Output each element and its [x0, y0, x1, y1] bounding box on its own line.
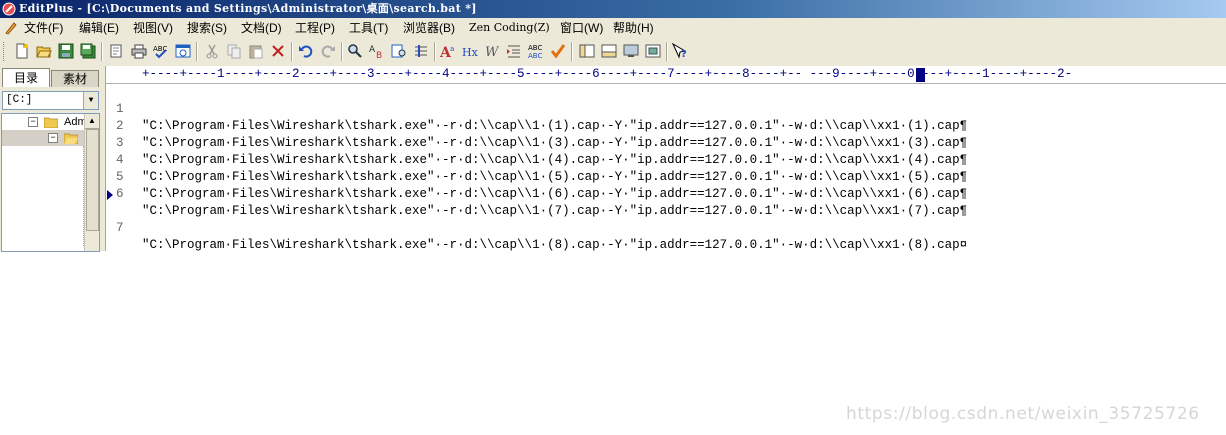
column-ruler: +----+----1----+----2----+----3----+----… [106, 66, 1226, 84]
menu-file[interactable]: 文件(F) [24, 18, 63, 38]
find-in-files-icon[interactable] [391, 43, 407, 59]
save-all-icon[interactable] [80, 43, 96, 59]
toolbar-separator [101, 42, 103, 61]
tree-item-selected[interactable]: − [2, 130, 84, 146]
toggle-output-icon[interactable] [601, 43, 617, 59]
toolbar-separator [291, 42, 293, 61]
delete-icon[interactable] [270, 43, 286, 59]
paste-icon[interactable] [248, 43, 264, 59]
tab-directory[interactable]: 目录 [2, 68, 50, 87]
title-bar: EditPlus - [C:\Documents and Settings\Ad… [0, 0, 1226, 18]
editor-line[interactable]: 4 "C:\Program·Files\Wireshark\tshark.exe… [106, 135, 1226, 184]
editor-line-current[interactable]: 7 "C:\Program·Files\Wireshark\tshark.exe… [106, 186, 1226, 252]
watermark: https://blog.csdn.net/weixin_35725726 [846, 404, 1200, 424]
goto-line-icon[interactable] [413, 43, 429, 59]
ruler-cursor-marker [916, 68, 925, 82]
menu-view[interactable]: 视图(V) [133, 18, 173, 38]
toolbar-separator [434, 42, 436, 61]
editor-line[interactable]: 6 "C:\Program·Files\Wireshark\tshark.exe… [106, 169, 1226, 218]
directory-pane: 目录 素材 [C:] ▼ − Adm − ▲ [0, 66, 106, 252]
ruler-scale: +----+----1----+----2----+----3----+----… [142, 67, 1073, 81]
indent-icon[interactable] [506, 43, 522, 59]
collapse-icon[interactable]: − [48, 133, 58, 143]
screen-icon[interactable] [623, 43, 639, 59]
svg-text:A: A [369, 45, 376, 55]
word-wrap-icon[interactable]: W [484, 43, 500, 59]
editor-text-area[interactable]: 1 "C:\Program·Files\Wireshark\tshark.exe… [106, 84, 1226, 254]
print-preview-icon[interactable] [109, 43, 125, 59]
toolbar-separator [196, 42, 198, 61]
toolbar: ABC AB Aa Hx W ABC ABC ? [0, 38, 1226, 67]
font-icon[interactable]: Aa [440, 43, 456, 59]
menu-document[interactable]: 文档(D) [241, 18, 282, 38]
scroll-thumb[interactable] [86, 129, 99, 231]
svg-text:Hx: Hx [462, 46, 478, 59]
menu-search[interactable]: 搜索(S) [187, 18, 227, 38]
drive-select[interactable]: [C:] ▼ [2, 91, 99, 110]
menu-window[interactable]: 窗口(W) [560, 18, 603, 38]
menu-bar: 文件(F) 编辑(E) 视图(V) 搜索(S) 文档(D) 工程(P) 工具(T… [0, 18, 1226, 38]
undo-icon[interactable] [298, 43, 314, 59]
scroll-up-icon[interactable]: ▲ [85, 114, 99, 129]
line-text[interactable]: "C:\Program·Files\Wireshark\tshark.exe"·… [142, 237, 967, 254]
full-screen-icon[interactable] [645, 43, 661, 59]
toolbar-grip[interactable] [3, 42, 7, 61]
menu-project[interactable]: 工程(P) [295, 18, 335, 38]
menu-edit[interactable]: 编辑(E) [79, 18, 119, 38]
svg-text:B: B [376, 51, 382, 59]
menu-help[interactable]: 帮助(H) [613, 18, 654, 38]
window-title: EditPlus - [C:\Documents and Settings\Ad… [19, 2, 477, 15]
pen-icon [5, 22, 17, 35]
spell-check-icon[interactable]: ABC [153, 43, 169, 59]
toolbar-separator [571, 42, 573, 61]
editor-line[interactable]: 2 "C:\Program·Files\Wireshark\tshark.exe… [106, 101, 1226, 150]
line-text[interactable]: "C:\Program·Files\Wireshark\tshark.exe"·… [142, 203, 967, 220]
open-file-icon[interactable] [36, 43, 52, 59]
save-icon[interactable] [58, 43, 74, 59]
copy-icon[interactable] [226, 43, 242, 59]
cut-icon[interactable] [204, 43, 220, 59]
drive-select-value: [C:] [6, 94, 33, 106]
svg-text:?: ? [681, 49, 687, 59]
editor-line[interactable]: 3 "C:\Program·Files\Wireshark\tshark.exe… [106, 118, 1226, 167]
new-file-icon[interactable] [14, 43, 30, 59]
directory-tree[interactable]: − Adm − ▲ [1, 113, 100, 252]
line-number: 7 [116, 221, 124, 235]
browser-icon[interactable] [175, 43, 191, 59]
svg-text:ABC: ABC [528, 44, 542, 52]
editplus-app-icon [2, 2, 16, 16]
svg-text:W: W [485, 45, 500, 59]
svg-text:a: a [450, 45, 454, 53]
toolbar-separator [341, 42, 343, 61]
svg-text:ABC: ABC [528, 52, 542, 59]
print-icon[interactable] [131, 43, 147, 59]
current-line-marker-icon [107, 190, 113, 200]
find-icon[interactable] [347, 43, 363, 59]
spell-check-abc-icon[interactable]: ABC ABC [528, 43, 544, 59]
redo-icon[interactable] [320, 43, 336, 59]
chevron-down-icon[interactable]: ▼ [83, 92, 98, 109]
tab-clips[interactable]: 素材 [51, 70, 99, 87]
hex-icon[interactable]: Hx [462, 43, 478, 59]
collapse-icon[interactable]: − [28, 117, 38, 127]
open-folder-icon [64, 133, 78, 144]
editor-line[interactable]: 1 "C:\Program·Files\Wireshark\tshark.exe… [106, 84, 1226, 133]
folder-icon [44, 117, 58, 128]
menu-tools[interactable]: 工具(T) [349, 18, 388, 38]
tree-scrollbar[interactable]: ▲ [84, 114, 99, 251]
check-mark-icon[interactable] [550, 43, 566, 59]
toggle-sidebar-icon[interactable] [579, 43, 595, 59]
toolbar-separator [666, 42, 668, 61]
help-icon[interactable]: ? [672, 43, 688, 59]
menu-zen-coding[interactable]: Zen Coding(Z) [469, 18, 550, 38]
menu-browser[interactable]: 浏览器(B) [403, 18, 455, 38]
replace-icon[interactable]: AB [369, 43, 385, 59]
editor-line[interactable]: 5 "C:\Program·Files\Wireshark\tshark.exe… [106, 152, 1226, 201]
